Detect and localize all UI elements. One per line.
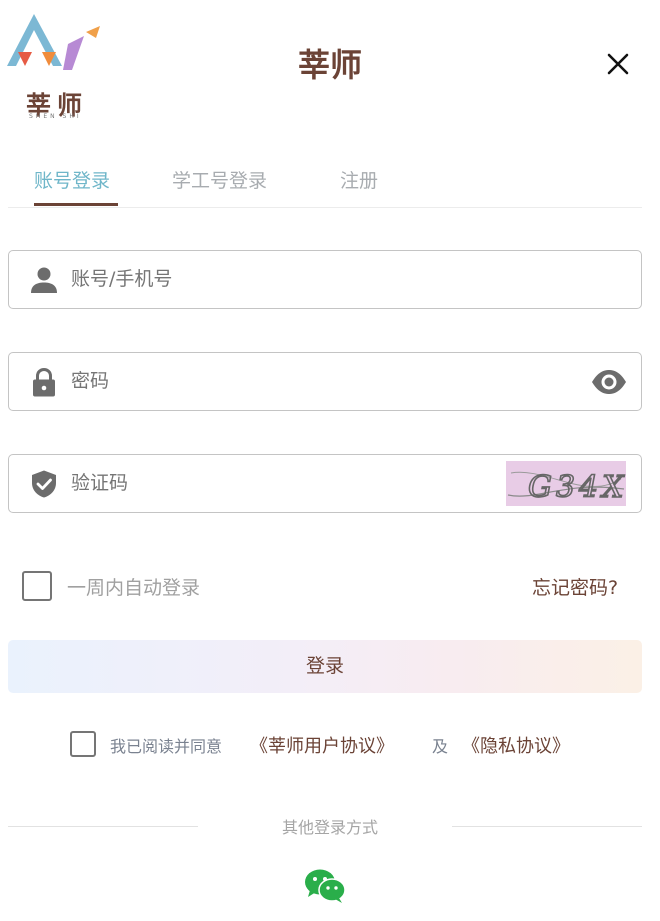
privacy-agreement-link[interactable]: 《隐私协议》 [462,732,570,758]
remember-me-label: 一周内自动登录 [67,577,201,599]
account-field[interactable] [8,250,642,309]
close-icon [607,53,629,75]
remember-checkbox-box[interactable] [22,571,52,601]
eye-icon[interactable] [591,368,627,396]
agreement-row: 我已阅读并同意 《莘师用户协议》 及 《隐私协议》 [70,730,630,760]
captcha-image[interactable]: G34X [506,461,626,506]
captcha-graphic: G34X [507,469,626,506]
login-button[interactable]: 登录 [8,640,642,693]
captcha-field[interactable]: G34X [8,454,642,513]
agreement-prefix: 我已阅读并同意 [110,737,223,756]
password-input[interactable] [71,353,551,410]
tab-account-login[interactable]: 账号登录 [34,166,110,193]
wechat-icon [305,869,346,903]
password-field[interactable] [8,352,642,411]
tab-register[interactable]: 注册 [340,166,378,193]
wechat-login-button[interactable] [304,868,346,904]
other-login-label: 其他登录方式 [281,818,378,837]
shield-check-icon [32,470,56,498]
close-button[interactable] [600,46,636,82]
header: 莘师 SHEN SHI 莘师 [0,0,660,120]
page-title: 莘师 [297,46,362,84]
lock-icon [33,367,55,397]
captcha-text: G34X [528,470,626,505]
remember-me-checkbox[interactable]: 一周内自动登录 [22,570,322,602]
person-icon [31,267,57,293]
active-tab-indicator [34,203,118,206]
tab-staff-id-login[interactable]: 学工号登录 [172,166,267,193]
login-tabs: 账号登录 学工号登录 注册 [8,150,642,208]
account-input[interactable] [71,251,551,308]
agreement-conjunction: 及 [432,737,449,756]
captcha-input[interactable] [71,455,491,512]
forgot-password-link[interactable]: 忘记密码? [532,573,618,600]
user-agreement-link[interactable]: 《莘师用户协议》 [250,732,394,758]
logo-subtext: SHEN SHI [29,113,82,120]
agreement-checkbox[interactable] [70,731,96,757]
